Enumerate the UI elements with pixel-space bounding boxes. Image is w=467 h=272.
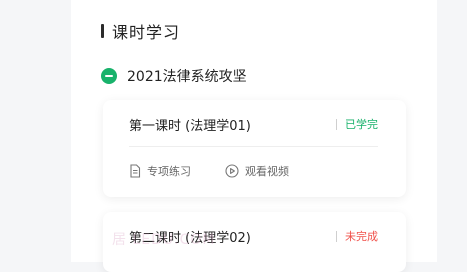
practice-button[interactable]: 专项练习: [129, 163, 191, 179]
title-accent-bar: [101, 24, 104, 38]
lesson-status: 已学完: [336, 116, 378, 132]
section-title: 课时学习: [112, 23, 181, 42]
course-group-header[interactable]: 2021法律系统攻坚: [101, 66, 247, 86]
practice-label: 专项练习: [147, 165, 191, 178]
section-header: 课时学习: [101, 20, 180, 42]
lesson-actions: 专项练习 观看视频: [129, 162, 289, 180]
lesson-card[interactable]: 第一课时 (法理学01) 已学完 专项练习 观看视频: [103, 100, 406, 197]
watch-video-label: 观看视频: [245, 165, 289, 178]
watch-video-button[interactable]: 观看视频: [225, 163, 289, 179]
status-separator: [336, 230, 337, 242]
lesson-card[interactable]: 第二课时 (法理学02) 未完成: [103, 212, 406, 272]
status-separator: [336, 118, 337, 130]
lesson-header: 第二课时 (法理学02) 未完成: [129, 226, 378, 246]
lesson-title: 第一课时 (法理学01): [129, 118, 251, 134]
status-label: 未完成: [345, 230, 378, 243]
play-circle-icon: [225, 164, 239, 178]
lesson-title: 第二课时 (法理学02): [129, 230, 251, 246]
document-icon: [130, 164, 141, 178]
lesson-status: 未完成: [336, 228, 378, 244]
card-divider: [129, 146, 378, 147]
course-group-title: 2021法律系统攻坚: [127, 69, 247, 85]
status-label: 已学完: [345, 118, 378, 131]
collapse-minus-icon[interactable]: [101, 68, 117, 84]
lesson-header: 第一课时 (法理学01) 已学完: [129, 114, 378, 134]
